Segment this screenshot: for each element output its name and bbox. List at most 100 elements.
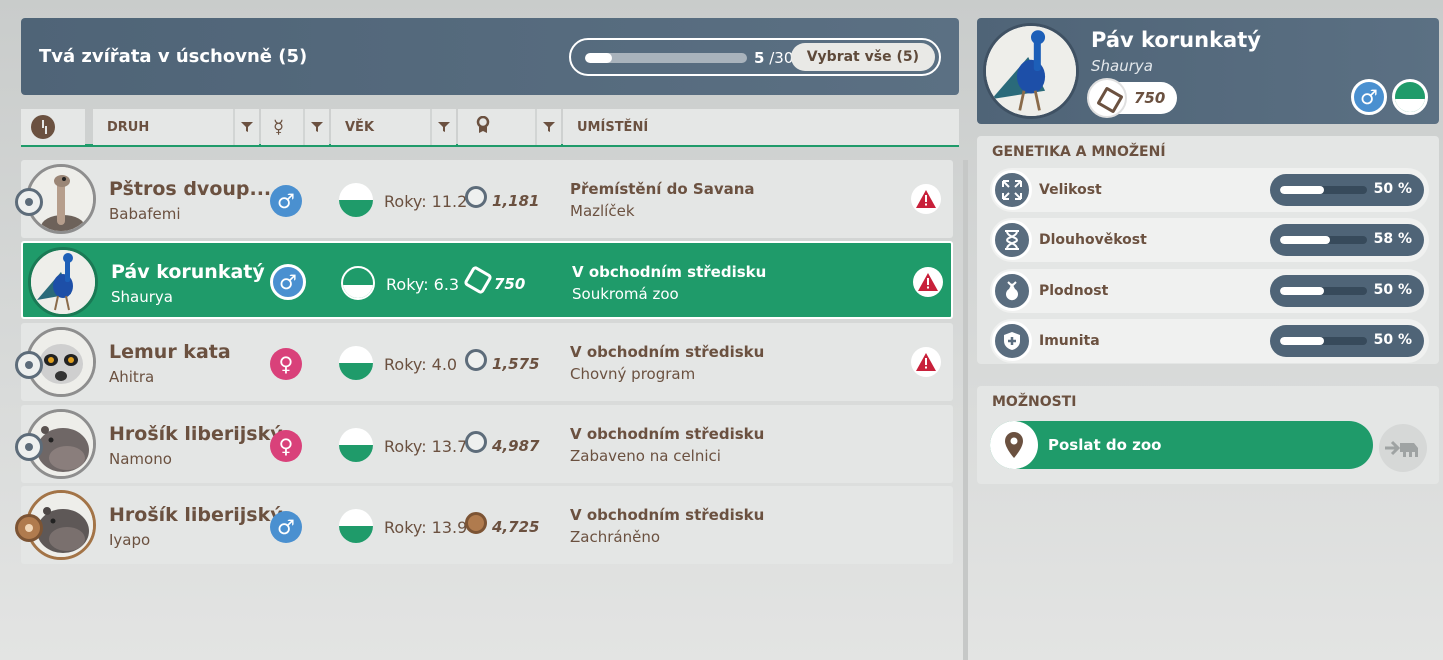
trait-bar: 50 %: [1270, 325, 1424, 357]
detail-rating-badge: 750: [1087, 78, 1177, 118]
send-to-zoo-button[interactable]: Poslat do zoo: [990, 421, 1373, 469]
animal-location: V obchodním středisku: [570, 506, 765, 524]
animal-age: Roky: 6.3: [386, 275, 460, 294]
age-icon: [339, 428, 373, 462]
capacity-bar: [585, 53, 747, 63]
rating-icon: [465, 431, 487, 453]
animal-age: Roky: 13.7: [384, 437, 468, 456]
expand-icon: [992, 170, 1032, 210]
animal-species: Páv korunkatý: [111, 261, 265, 283]
animal-species: Pštros dvoup...: [109, 178, 272, 200]
filter-icon[interactable]: [535, 109, 561, 145]
release-animal-button[interactable]: [1379, 424, 1427, 472]
male-icon: ♂: [270, 185, 302, 217]
animal-row-selected[interactable]: Páv korunkatý Shaurya ♂ Roky: 6.3 750 V …: [21, 241, 953, 319]
column-location[interactable]: UMÍSTĚNÍ: [563, 109, 959, 145]
genetics-title: GENETIKA A MNOŽENÍ: [992, 144, 1166, 160]
options-title: MOŽNOSTI: [992, 394, 1077, 410]
animal-status: Chovný program: [570, 365, 696, 383]
animal-nickname: Iyapo: [109, 531, 151, 549]
fertility-icon: [992, 271, 1032, 311]
age-icon: [341, 266, 375, 300]
animal-location: Přemístění do Savana: [570, 180, 755, 198]
trait-bar: 50 %: [1270, 275, 1424, 307]
storage-header: Tvá zvířata v úschovně (5) 5 /30 Vybrat …: [21, 18, 959, 95]
genetic-trait-size: Velikost 50 %: [990, 168, 1429, 212]
animal-row[interactable]: Lemur kata Ahitra ♀ Roky: 4.0 1,575 V ob…: [15, 323, 953, 401]
detail-avatar-peacock: [983, 23, 1079, 119]
column-header: DRUH ☿ VĚK UMÍSTĚNÍ: [21, 109, 959, 147]
age-icon: [339, 346, 373, 380]
animal-nickname: Shaurya: [111, 288, 173, 306]
capacity-bar-fill: [585, 53, 612, 63]
detail-nickname: Shaurya: [1091, 57, 1153, 75]
genetic-trait-fertility: Plodnost 50 %: [990, 269, 1429, 313]
male-icon: ♂: [1351, 79, 1387, 115]
rank-badge-icon: [15, 351, 43, 379]
genetic-trait-longevity: Dlouhověkost 58 %: [990, 218, 1429, 262]
options-panel: MOŽNOSTI Poslat do zoo: [977, 386, 1439, 484]
male-icon: ♂: [270, 511, 302, 543]
rank-badge-icon: [15, 433, 43, 461]
sex-symbol-icon: ☿: [273, 116, 285, 138]
rating-icon: [462, 264, 494, 296]
column-age[interactable]: VĚK: [331, 109, 456, 145]
select-all-button[interactable]: Vybrat vše (5): [790, 43, 935, 71]
warning-icon[interactable]: [911, 347, 941, 377]
animal-rating: 1,181: [492, 192, 540, 210]
animal-status: Soukromá zoo: [572, 285, 679, 303]
animal-detail-header: Páv korunkatý Shaurya 750 ♂: [977, 18, 1439, 124]
animal-rating: 750: [494, 275, 526, 293]
rating-icon: [1087, 78, 1127, 118]
animal-location: V obchodním středisku: [572, 263, 767, 281]
animal-age: Roky: 11.2: [384, 192, 468, 211]
animal-rating: 4,725: [492, 518, 540, 536]
animal-status: Zachráněno: [570, 528, 660, 546]
animal-row[interactable]: Hrošík liberijský Namono ♀ Roky: 13.7 4,…: [15, 405, 953, 483]
animal-rating: 4,987: [492, 437, 540, 455]
age-icon: [339, 509, 373, 543]
animal-nickname: Ahitra: [109, 368, 155, 386]
filter-icon[interactable]: [430, 109, 456, 145]
scrollbar[interactable]: [963, 160, 968, 660]
shield-icon: [992, 321, 1032, 361]
column-sex[interactable]: ☿: [261, 109, 329, 145]
animal-age: Roky: 4.0: [384, 355, 458, 374]
animal-row[interactable]: Hrošík liberijský Iyapo ♂ Roky: 13.9 4,7…: [15, 486, 953, 564]
rating-icon: [465, 186, 487, 208]
male-icon: ♂: [270, 264, 306, 300]
column-rating[interactable]: [458, 109, 561, 145]
rating-bronze-icon: [465, 512, 487, 534]
age-icon: [1392, 79, 1428, 115]
animal-species: Hrošík liberijský: [109, 423, 283, 445]
trait-bar: 58 %: [1270, 224, 1424, 256]
animal-location: V obchodním středisku: [570, 343, 765, 361]
location-pin-icon: [990, 421, 1038, 469]
genetic-trait-immunity: Imunita 50 %: [990, 319, 1429, 363]
animal-species: Lemur kata: [109, 341, 231, 363]
animal-status: Mazlíček: [570, 202, 635, 220]
animal-nickname: Namono: [109, 450, 172, 468]
warning-icon[interactable]: [911, 184, 941, 214]
column-species[interactable]: DRUH: [93, 109, 259, 145]
column-time[interactable]: [21, 109, 85, 145]
animal-avatar-peacock: [28, 247, 98, 317]
rank-badge-bronze-icon: [15, 514, 43, 542]
animal-age: Roky: 13.9: [384, 518, 468, 537]
animal-species: Hrošík liberijský: [109, 504, 283, 526]
rating-icon: [458, 115, 490, 138]
animal-row[interactable]: Pštros dvoup... Babafemi ♂ Roky: 11.2 1,…: [15, 160, 953, 238]
genetics-panel: GENETIKA A MNOŽENÍ Velikost 50 % Dlouhov…: [977, 136, 1439, 364]
age-icon: [339, 183, 373, 217]
rank-badge-icon: [15, 188, 43, 216]
warning-icon[interactable]: [913, 267, 943, 297]
animal-location: V obchodním středisku: [570, 425, 765, 443]
filter-icon[interactable]: [233, 109, 259, 145]
filter-icon[interactable]: [303, 109, 329, 145]
female-icon: ♀: [270, 348, 302, 380]
animal-nickname: Babafemi: [109, 205, 181, 223]
hourglass-icon: [992, 220, 1032, 260]
capacity-indicator: 5 /30 Vybrat vše (5): [569, 38, 941, 76]
animal-rating: 1,575: [492, 355, 540, 373]
storage-title: Tvá zvířata v úschovně (5): [39, 46, 308, 67]
